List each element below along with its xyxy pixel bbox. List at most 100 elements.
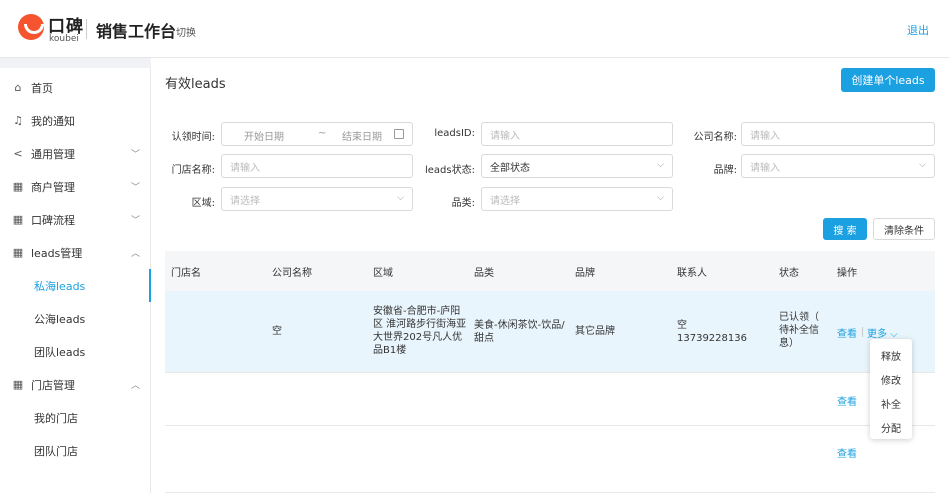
- view-link[interactable]: 查看: [837, 325, 857, 340]
- chevron-down-icon: ⌵: [397, 193, 404, 203]
- sidebar-item-stores[interactable]: ▦ 门店管理 ︿: [0, 368, 151, 401]
- claim-time-label: 认领时间:: [171, 132, 215, 143]
- table-row: 查看: [165, 426, 935, 493]
- end-date-input[interactable]: 结束日期: [342, 128, 382, 143]
- search-button[interactable]: 搜 索: [823, 218, 867, 240]
- sidebar-item-label: 通用管理: [31, 147, 75, 161]
- claim-date-range[interactable]: 开始日期 ~ 结束日期: [221, 122, 413, 146]
- header-divider: [86, 19, 87, 39]
- leads-status-label: leads状态:: [425, 165, 475, 176]
- grid-icon: ▦: [12, 180, 24, 193]
- switch-link[interactable]: 切换: [176, 24, 196, 39]
- leads-id-input[interactable]: 请输入: [481, 122, 673, 146]
- table-row: 查看: [165, 373, 935, 426]
- column-header: 品牌: [575, 268, 595, 279]
- menu-item-complete[interactable]: 补全: [870, 396, 912, 411]
- area-select[interactable]: 请选择 ⌵: [221, 187, 413, 211]
- sidebar-item-team-stores[interactable]: 团队门店: [0, 434, 151, 467]
- sidebar-item-label: 商户管理: [31, 180, 75, 194]
- sidebar-item-general[interactable]: < 通用管理 ﹀: [0, 137, 151, 170]
- create-lead-button[interactable]: 创建单个leads: [841, 68, 935, 92]
- status-cell: 已认领（ 待补全信 息）: [779, 312, 819, 349]
- logout-link[interactable]: 退出: [907, 22, 929, 38]
- chevron-down-icon: ⌵: [657, 193, 664, 203]
- sidebar-item-label: 我的通知: [31, 114, 75, 128]
- sidebar-item-label: 首页: [31, 81, 53, 95]
- date-range-separator: ~: [318, 128, 327, 139]
- sidebar-item-private-leads[interactable]: 私海leads: [0, 269, 151, 302]
- sidebar: ⌂ 首页 ♫ 我的通知 < 通用管理 ﹀ ▦ 商户管理 ﹀ ▦ 口碑流程 ﹀ ▦…: [0, 68, 151, 493]
- view-link[interactable]: 查看: [837, 393, 857, 408]
- column-header: 公司名称: [272, 268, 312, 279]
- start-date-input[interactable]: 开始日期: [244, 128, 284, 143]
- menu-item-release[interactable]: 释放: [870, 348, 912, 363]
- column-header: 状态: [779, 268, 799, 279]
- more-dropdown[interactable]: 更多 ⌵: [867, 325, 898, 340]
- share-icon: <: [13, 147, 23, 160]
- sidebar-item-public-leads[interactable]: 公海leads: [0, 302, 151, 335]
- menu-item-assign[interactable]: 分配: [870, 420, 912, 435]
- chevron-up-icon: ︿: [131, 249, 141, 259]
- calendar-icon: [394, 129, 404, 139]
- sidebar-item-team-leads[interactable]: 团队leads: [0, 335, 151, 368]
- area-cell: 安徽省-合肥市-庐阳 区 淮河路步行街海亚 大世界202号凡人优 品B1楼: [373, 306, 467, 356]
- main-content: 有效leads 创建单个leads 认领时间: 开始日期 ~ 结束日期 lead…: [151, 58, 949, 493]
- column-header: 品类: [474, 268, 494, 279]
- clear-filters-button[interactable]: 清除条件: [873, 218, 935, 240]
- sidebar-item-merchants[interactable]: ▦ 商户管理 ﹀: [0, 170, 151, 203]
- sidebar-item-notifications[interactable]: ♫ 我的通知: [0, 104, 151, 137]
- column-header: 联系人: [677, 268, 707, 279]
- chevron-down-icon: ⌵: [919, 160, 926, 170]
- chevron-up-icon: ︿: [131, 381, 141, 391]
- chevron-down-icon: ﹀: [131, 183, 141, 193]
- leads-status-select[interactable]: 全部状态 ⌵: [481, 154, 673, 178]
- bell-icon: ♫: [13, 114, 23, 127]
- sidebar-item-label: 门店管理: [31, 378, 75, 392]
- page-title: 有效leads: [165, 77, 226, 92]
- sidebar-item-label: 口碑流程: [31, 213, 75, 227]
- leads-status-value: 全部状态: [490, 162, 530, 174]
- brand-cell: 其它品牌: [575, 326, 615, 337]
- category-placeholder: 请选择: [490, 195, 520, 207]
- menu-item-edit[interactable]: 修改: [870, 372, 912, 387]
- company-name-input[interactable]: 请输入: [741, 122, 935, 146]
- sidebar-item-label: 公海leads: [34, 312, 86, 326]
- column-header: 操作: [837, 268, 857, 279]
- chevron-down-icon: ﹀: [131, 150, 141, 160]
- category-cell: 美食-休闲茶饮-饮品/ 甜点: [474, 320, 565, 344]
- area-placeholder: 请选择: [230, 195, 260, 207]
- chevron-down-icon: ﹀: [131, 216, 141, 226]
- sidebar-item-label: 团队leads: [34, 345, 86, 359]
- op-divider: [862, 327, 863, 337]
- sidebar-item-leads[interactable]: ▦ leads管理 ︿: [0, 236, 151, 269]
- grid-icon: ▦: [12, 213, 24, 226]
- sidebar-item-home[interactable]: ⌂ 首页: [0, 71, 151, 104]
- company-name-label: 公司名称:: [693, 132, 737, 143]
- contact-cell: 空 13739228136: [677, 320, 747, 344]
- brand-select[interactable]: 请输入 ⌵: [741, 154, 935, 178]
- store-name-input[interactable]: 请输入: [221, 154, 413, 178]
- koubei-logo-icon: [18, 14, 44, 40]
- column-header: 门店名: [171, 268, 201, 279]
- more-actions-menu: 释放 修改 补全 分配: [870, 339, 912, 439]
- chevron-down-icon: ⌵: [657, 160, 664, 170]
- grid-icon: ▦: [12, 246, 24, 259]
- app-title: 销售工作台: [96, 22, 177, 41]
- logo-subtext: koubei: [49, 34, 79, 44]
- view-link[interactable]: 查看: [837, 445, 857, 460]
- brand-placeholder: 请输入: [750, 162, 780, 174]
- top-header: 口碑 koubei 销售工作台 切换 退出: [0, 0, 949, 58]
- category-label: 品类:: [451, 198, 475, 209]
- column-header: 区域: [373, 268, 393, 279]
- category-select[interactable]: 请选择 ⌵: [481, 187, 673, 211]
- grid-icon: ▦: [12, 378, 24, 391]
- company-name-cell: 空: [272, 326, 282, 337]
- sidebar-item-label: 私海leads: [34, 279, 86, 293]
- sidebar-item-label: 我的门店: [34, 411, 78, 425]
- brand-label: 品牌:: [713, 165, 737, 176]
- area-label: 区域:: [191, 198, 215, 209]
- store-name-label: 门店名称:: [171, 165, 215, 176]
- home-icon: ⌂: [14, 81, 22, 94]
- sidebar-item-my-stores[interactable]: 我的门店: [0, 401, 151, 434]
- sidebar-item-process[interactable]: ▦ 口碑流程 ﹀: [0, 203, 151, 236]
